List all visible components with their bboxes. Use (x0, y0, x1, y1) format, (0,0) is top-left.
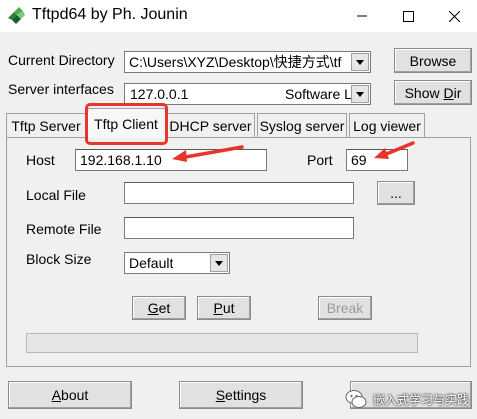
put-rest: ut (222, 300, 235, 316)
chevron-down-icon (215, 260, 223, 266)
chevron-down-icon (356, 91, 364, 97)
maximize-button[interactable] (385, 0, 431, 32)
server-interface-ip: 127.0.0.1 (130, 86, 189, 102)
host-annotation-arrow-icon (172, 145, 244, 162)
get-button[interactable]: Get (132, 296, 186, 320)
port-label: Port (307, 152, 333, 168)
about-mnemonic: A (51, 387, 62, 403)
browse-button[interactable]: Browse (394, 48, 472, 73)
settings-rest: ettings (225, 387, 267, 403)
server-interface-name: Software L (285, 86, 352, 102)
tab-syslog-server[interactable]: Syslog server (257, 113, 347, 137)
block-size-label: Block Size (26, 251, 92, 267)
current-directory-combo[interactable]: C:\Users\XYZ\Desktop\快捷方式\tf (124, 51, 371, 73)
maximize-icon (402, 10, 414, 22)
close-icon (448, 10, 460, 22)
port-annotation-arrow-icon (374, 141, 415, 159)
local-file-input[interactable] (124, 182, 354, 204)
break-button[interactable]: Break (318, 296, 372, 320)
current-directory-value: C:\Users\XYZ\Desktop\快捷方式\tf (129, 54, 342, 70)
chevron-down-icon (356, 59, 364, 65)
remote-file-label: Remote File (26, 221, 102, 237)
remote-file-input[interactable] (124, 217, 354, 239)
show-dir-button[interactable]: Show Dir (394, 80, 472, 105)
block-size-dropdown[interactable] (210, 254, 228, 272)
tab-tftp-server[interactable]: Tftp Server (6, 113, 86, 137)
watermark: 嵌入式学习与实践 (345, 388, 469, 410)
about-rest: bout (61, 387, 89, 403)
block-size-value: Default (129, 255, 174, 271)
show-dir-prefix: Show (404, 84, 444, 101)
tftpd-app-icon (8, 7, 25, 24)
current-directory-dropdown[interactable] (351, 53, 369, 71)
tab-log-viewer[interactable]: Log viewer (349, 113, 425, 137)
tab-dhcp-server[interactable]: DHCP server (166, 113, 255, 137)
server-interfaces-combo[interactable]: 127.0.0.1 Software L (124, 83, 371, 105)
transfer-progress-bar (26, 333, 418, 353)
get-mnemonic: G (147, 300, 159, 316)
current-directory-label: Current Directory (8, 52, 115, 68)
host-label: Host (26, 152, 55, 168)
title-bar: Tftpd64 by Ph. Jounin (0, 0, 477, 32)
put-button[interactable]: Put (197, 296, 251, 320)
server-interfaces-label: Server interfaces (8, 81, 114, 97)
about-button[interactable]: About (8, 381, 132, 409)
show-dir-mnemonic: D (443, 84, 454, 101)
local-file-browse-button[interactable]: ... (377, 181, 415, 205)
close-button[interactable] (431, 0, 477, 32)
local-file-label: Local File (26, 187, 86, 203)
settings-button[interactable]: Settings (179, 381, 303, 409)
minimize-icon (357, 15, 367, 17)
show-dir-rest: ir (453, 84, 462, 101)
minimize-button[interactable] (339, 0, 385, 32)
get-rest: et (158, 300, 171, 316)
block-size-combo[interactable]: Default (124, 252, 230, 274)
put-mnemonic: P (213, 300, 223, 316)
watermark-text: 嵌入式学习与实践 (373, 392, 470, 407)
tab-highlight-box (85, 103, 168, 145)
server-interfaces-dropdown[interactable] (351, 85, 369, 103)
window-title: Tftpd64 by Ph. Jounin (32, 6, 188, 23)
settings-mnemonic: S (215, 387, 226, 403)
wechat-icon (345, 390, 367, 408)
